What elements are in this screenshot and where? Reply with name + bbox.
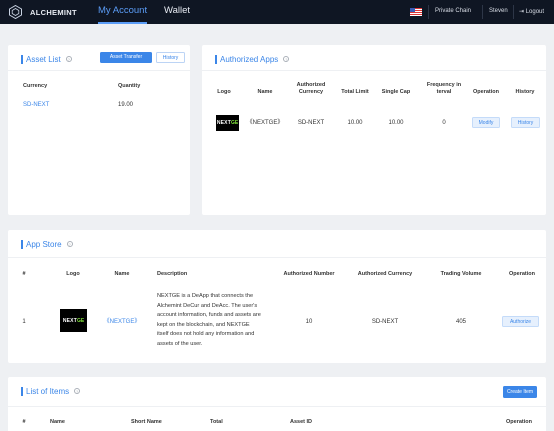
column-header: Description [157,271,188,277]
top-navigation-bar: Alchemint My Account Wallet Private Chai… [0,0,554,24]
divider [8,406,546,407]
authorize-button[interactable]: Authorize [502,316,539,327]
app-name: 《NEXTGE》 [246,120,284,126]
column-header: Single Cap [381,89,411,95]
column-header: Short Name [131,419,162,425]
total-limit-value: 10.00 [347,120,363,126]
column-header: Authorized Currency [296,82,326,95]
help-icon[interactable]: ? [283,56,290,62]
logout-icon: ⇥ [519,9,525,15]
column-header: Currency [23,83,48,89]
authorized-apps-title: Authorized Apps [220,55,279,64]
column-header: Total Limit [341,89,369,95]
logo-text: NEXT [62,317,77,324]
tab-my-account[interactable]: My Account [98,4,148,24]
history-button[interactable]: History [156,52,185,63]
card-title: Authorized Apps? [215,55,290,64]
authorized-apps-card: Authorized Apps? Logo Name Authorized Cu… [202,45,546,215]
logo-accent: GE [230,120,239,126]
column-header: Logo [217,89,231,95]
logout-label: Logout [525,9,545,15]
asset-list-card: Asset List? Asset Transfer History Curre… [8,45,190,215]
authorized-number: 10 [305,319,313,325]
column-header: Total [210,419,223,425]
column-header: Authorized Currency [357,271,413,277]
logo-accent: GE [76,317,85,324]
app-logo: NEXT GE [216,115,239,131]
single-cap-value: 10.00 [388,120,404,126]
divider [513,5,514,19]
app-name-link[interactable]: 《NEXTGE》 [98,318,146,326]
card-title: List of Items? [21,387,81,396]
frequency-value: 0 [442,120,446,126]
divider [428,5,429,19]
brand-name: Alchemint [30,8,77,17]
items-title: List of Items [26,387,70,396]
user-name[interactable]: Steven [489,8,508,14]
us-flag-icon[interactable] [410,8,422,16]
row-index: 1 [22,319,26,325]
chain-selector[interactable]: Private Chain [435,8,471,14]
quantity-value: 19.00 [118,102,134,108]
list-of-items-card: List of Items? Create Item [8,377,546,431]
app-description: NEXTGE is a DeApp that connects the Alch… [157,293,261,347]
column-header: # [22,271,26,277]
divider [482,5,483,19]
column-header: Operation [473,89,499,95]
asset-transfer-button[interactable]: Asset Transfer [100,52,152,63]
currency-value: SD-NEXT [297,120,325,126]
asset-list-title: Asset List [26,55,61,64]
currency-link[interactable]: SD-NEXT [23,101,49,109]
column-header: Logo [66,271,80,277]
column-header: Quantity [118,83,141,89]
trading-volume: 405 [455,319,466,325]
divider [8,70,190,71]
app-history-button[interactable]: History [511,117,540,128]
help-icon[interactable]: ? [74,388,81,394]
logout-button[interactable]: ⇥ Logout [519,8,544,15]
app-store-card: App Store? [8,230,546,363]
tab-wallet[interactable]: Wallet [164,4,190,24]
column-header: Name [114,271,130,277]
card-title: App Store? [21,240,73,249]
column-header: # [22,419,26,425]
column-header: History [515,89,535,95]
logo-text: NEXT [216,120,231,126]
column-header: Name [257,89,273,95]
app-store-title: App Store [26,240,62,249]
create-item-button[interactable]: Create Item [503,386,537,398]
help-icon[interactable]: ? [66,241,73,247]
help-icon[interactable]: ? [65,56,72,62]
column-header: Authorized Number [283,271,335,277]
column-header: Asset ID [290,419,313,425]
divider [202,70,546,71]
app-logo: NEXT GE [60,309,87,332]
modify-button[interactable]: Modify [472,117,500,128]
column-header: Operation [509,271,535,277]
column-header: Trading Volume [440,271,482,277]
column-header: Frequency in terval [426,82,462,95]
alchemint-logo-icon [9,4,22,20]
currency-value: SD-NEXT [371,319,399,325]
column-header: Name [50,419,65,425]
divider [8,257,546,258]
column-header: Operation [506,419,532,425]
card-title: Asset List? [21,55,72,64]
